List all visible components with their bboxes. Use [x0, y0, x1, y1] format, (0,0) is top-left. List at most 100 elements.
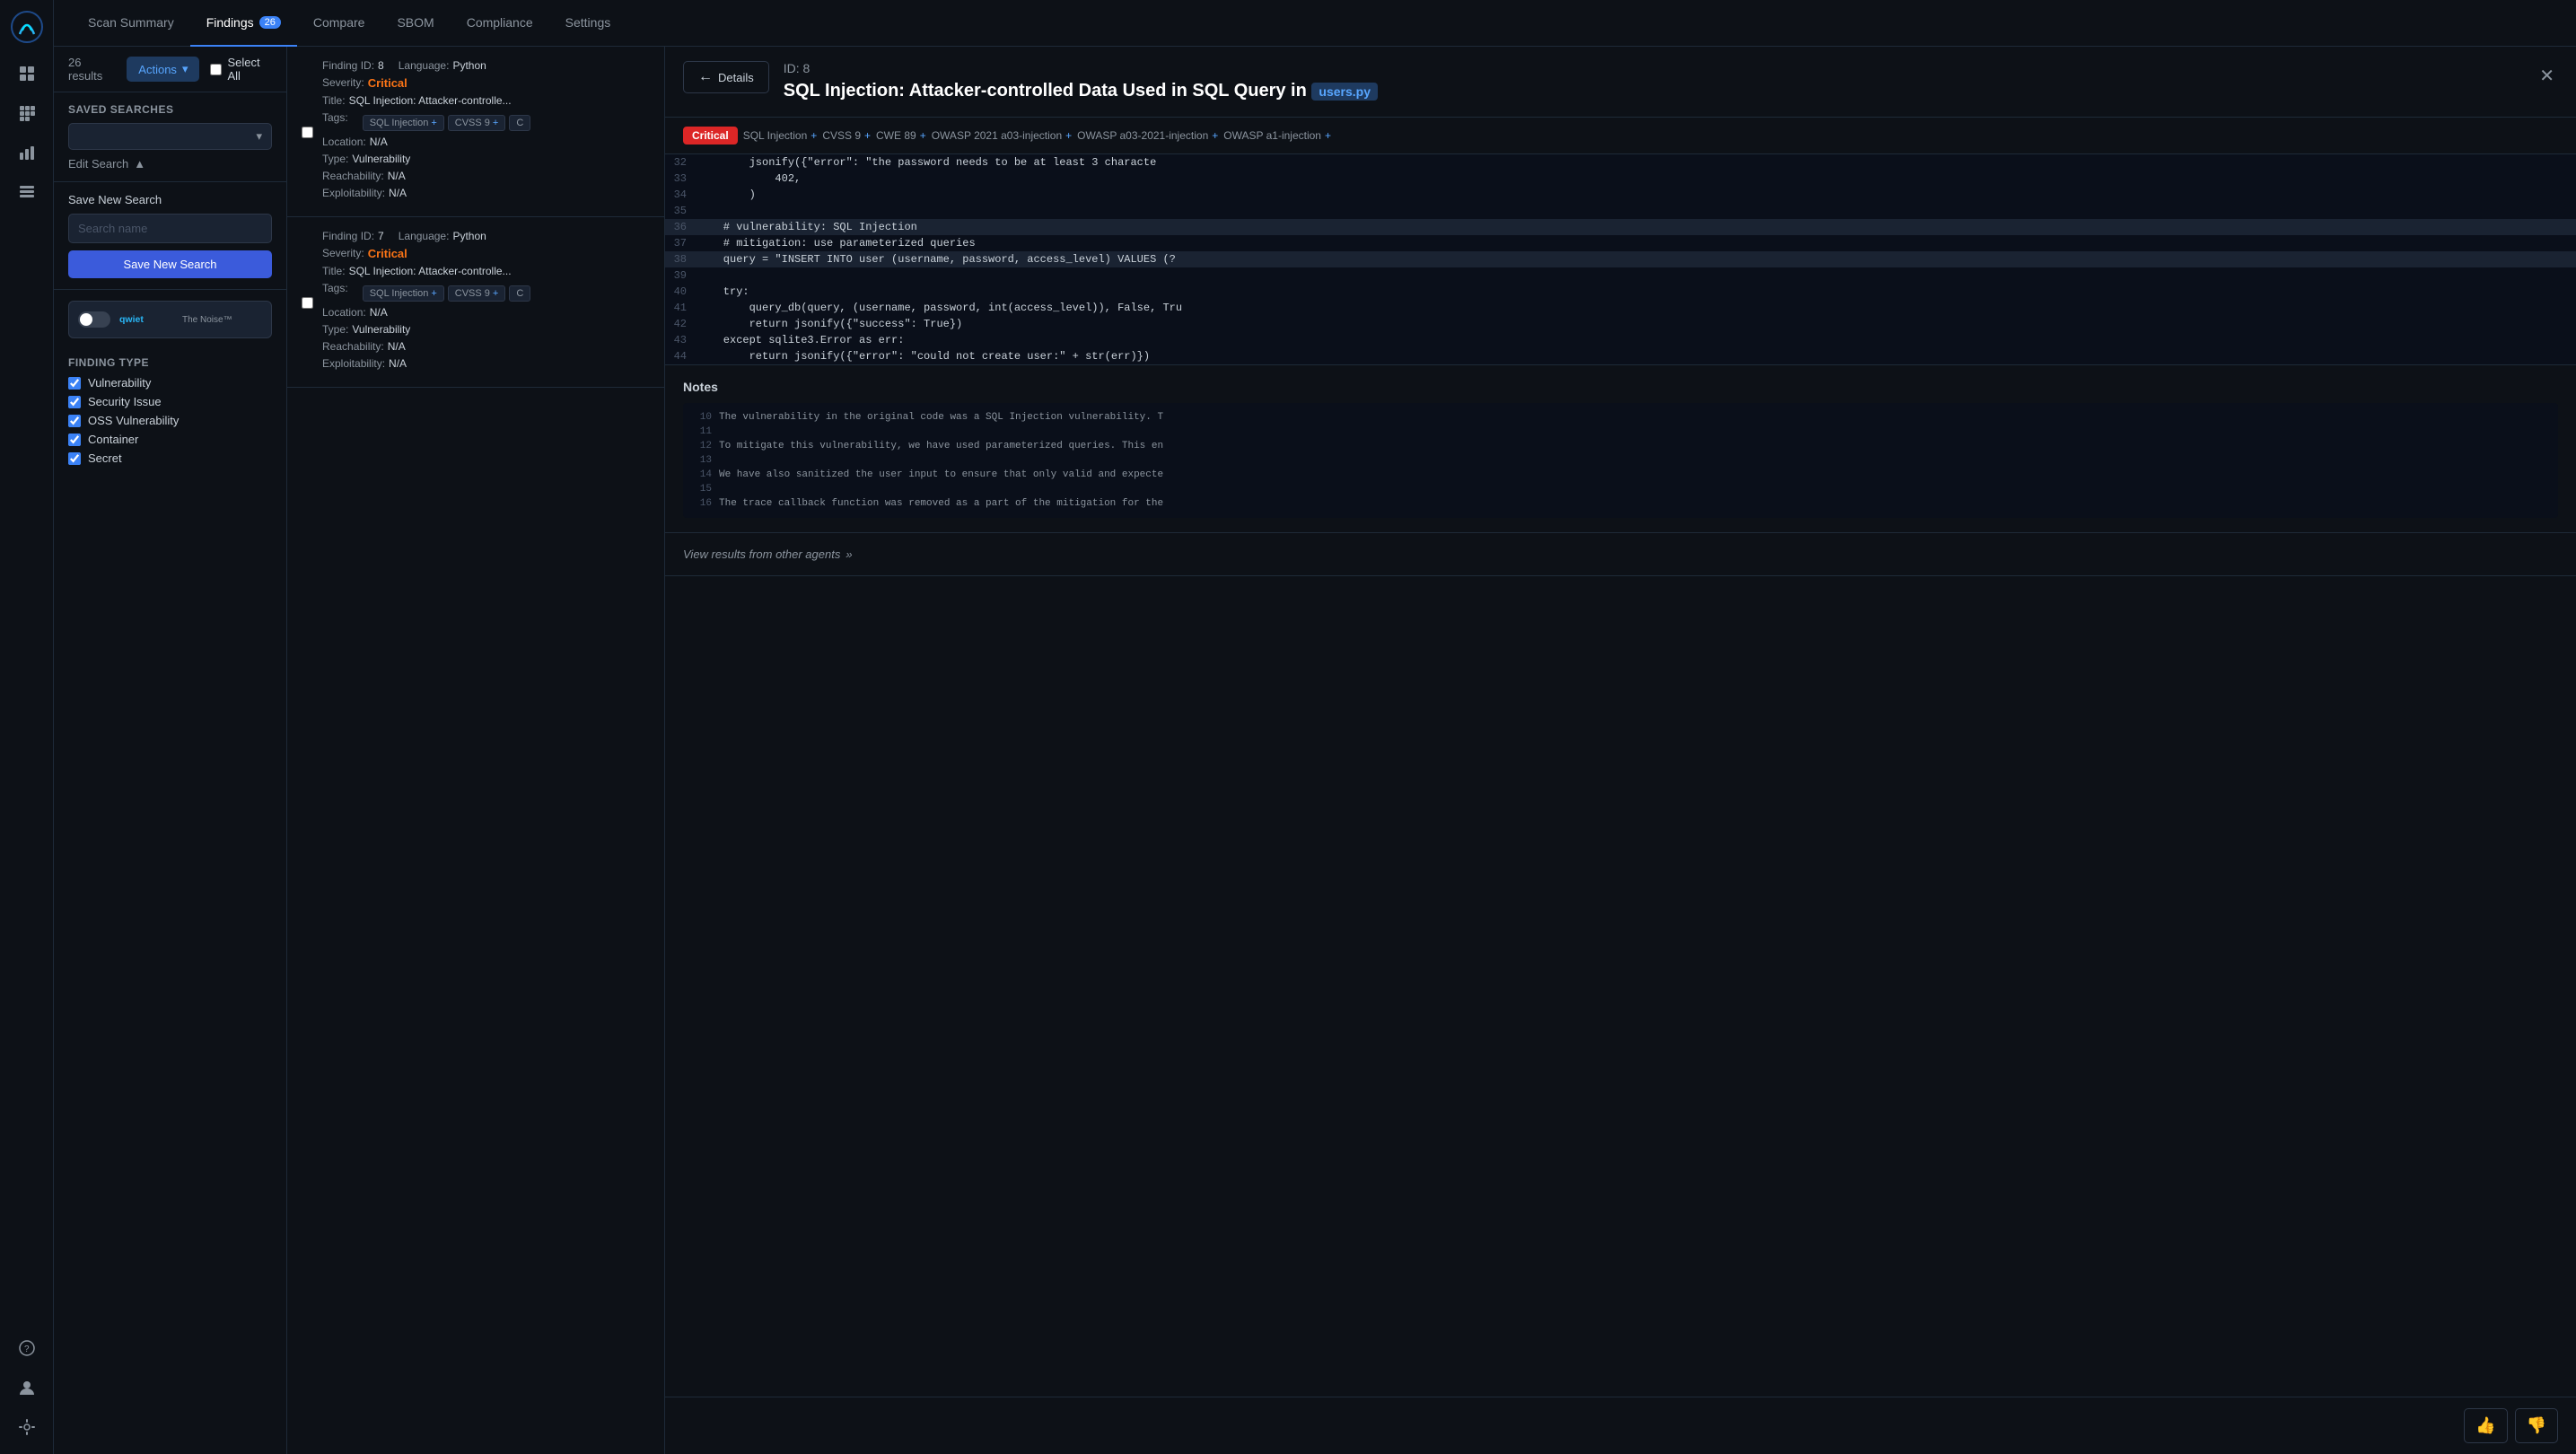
tab-compare[interactable]: Compare	[297, 0, 381, 47]
detail-tag-cwe: CWE 89 +	[876, 129, 926, 142]
filter-security-issue[interactable]: Security Issue	[68, 395, 272, 408]
detail-tag-owasp-a1: OWASP a1-injection +	[1223, 129, 1331, 142]
code-line-43: 43 except sqlite3.Error as err:	[665, 332, 2576, 348]
finding-card-7[interactable]: Finding ID: 7 Language: Python Severity:…	[287, 217, 664, 388]
chart-icon[interactable]	[11, 136, 43, 169]
svg-text:qwiet: qwiet	[119, 314, 144, 325]
note-line-13: 13	[683, 453, 2558, 468]
detail-tag-cvss: CVSS 9 +	[822, 129, 871, 142]
note-line-11: 11	[683, 425, 2558, 439]
detail-panel: ← Details ID: 8 SQL Injection: Attacker-…	[664, 47, 2576, 1454]
code-line-34: 34 )	[665, 187, 2576, 203]
sidebar: ?	[0, 0, 54, 1454]
qwiet-logo-text: The Noise™	[182, 315, 232, 325]
grid-icon[interactable]	[11, 97, 43, 129]
code-line-35: 35	[665, 203, 2576, 219]
dashboard-icon[interactable]	[11, 57, 43, 90]
code-block: 32 jsonify({"error": "the password needs…	[665, 154, 2576, 365]
save-new-search-section: Save New Search Save New Search	[54, 182, 286, 290]
detail-tag-owasp-a03: OWASP a03-2021-injection +	[1077, 129, 1218, 142]
arrow-left-icon: ←	[698, 69, 713, 85]
main-content: Scan Summary Findings 26 Compare SBOM Co…	[54, 0, 2576, 1454]
note-line-14: 14 We have also sanitized the user input…	[683, 468, 2558, 482]
view-results-link[interactable]: View results from other agents »	[665, 533, 2576, 576]
qwiet-toggle-row: qwiet The Noise™	[68, 301, 272, 338]
detail-header: ← Details ID: 8 SQL Injection: Attacker-…	[665, 47, 2576, 118]
results-list: Finding ID: 8 Language: Python Severity:…	[287, 47, 664, 1454]
close-button[interactable]: ✕	[2536, 61, 2558, 91]
qwiet-logo: qwiet	[119, 309, 173, 330]
code-line-44: 44 return jsonify({"error": "could not c…	[665, 348, 2576, 364]
code-line-40: 40 try:	[665, 284, 2576, 300]
tab-scan-summary[interactable]: Scan Summary	[72, 0, 190, 47]
finding-type-section: Finding Type Vulnerability Security Issu…	[54, 349, 286, 477]
detail-tags: Critical SQL Injection + CVSS 9 + CWE 89…	[665, 118, 2576, 154]
qwiet-toggle[interactable]	[78, 311, 110, 328]
actions-button[interactable]: Actions ▾	[127, 57, 199, 82]
search-name-input[interactable]	[68, 214, 272, 243]
code-line-32: 32 jsonify({"error": "the password needs…	[665, 154, 2576, 171]
table-icon[interactable]	[11, 176, 43, 208]
note-line-15: 15	[683, 482, 2558, 496]
filter-vulnerability[interactable]: Vulnerability	[68, 376, 272, 390]
tab-compliance[interactable]: Compliance	[451, 0, 549, 47]
notes-code-block: 10 The vulnerability in the original cod…	[683, 403, 2558, 518]
filename-badge: users.py	[1311, 83, 1378, 101]
user-icon[interactable]	[11, 1371, 43, 1404]
finding-checkbox-7[interactable]	[302, 232, 313, 374]
notes-section: Notes 10 The vulnerability in the origin…	[665, 365, 2576, 533]
code-line-37: 37 # mitigation: use parameterized queri…	[665, 235, 2576, 251]
left-panel: 26 results Actions ▾ Select All Saved Se…	[54, 47, 287, 1454]
saved-search-dropdown[interactable]: ▾	[68, 123, 272, 150]
app-logo[interactable]	[11, 11, 43, 43]
thumbs-up-button[interactable]: 👍	[2464, 1408, 2507, 1443]
chevron-down-icon: ▾	[182, 62, 188, 76]
tab-sbom[interactable]: SBOM	[381, 0, 450, 47]
save-new-search-button[interactable]: Save New Search	[68, 250, 272, 278]
results-count: 26 results	[68, 56, 116, 83]
detail-tag-owasp2021: OWASP 2021 a03-injection +	[932, 129, 1072, 142]
detail-title-area: ID: 8 SQL Injection: Attacker-controlled…	[784, 61, 2521, 102]
detail-title: SQL Injection: Attacker-controlled Data …	[784, 79, 2521, 102]
note-line-10: 10 The vulnerability in the original cod…	[683, 410, 2558, 425]
filter-oss-vulnerability[interactable]: OSS Vulnerability	[68, 414, 272, 427]
results-toolbar: 26 results Actions ▾ Select All	[54, 47, 286, 92]
code-line-41: 41 query_db(query, (username, password, …	[665, 300, 2576, 316]
code-line-39: 39	[665, 267, 2576, 284]
code-line-33: 33 402,	[665, 171, 2576, 187]
detail-tag-sql: SQL Injection +	[743, 129, 818, 142]
tab-findings[interactable]: Findings 26	[190, 0, 297, 47]
top-navigation: Scan Summary Findings 26 Compare SBOM Co…	[54, 0, 2576, 47]
thumbs-down-button[interactable]: 👎	[2515, 1408, 2558, 1443]
code-line-38: 38 query = "INSERT INTO user (username, …	[665, 251, 2576, 267]
finding-type-label: Finding Type	[68, 356, 272, 369]
saved-searches-section: Saved Searches ▾ Edit Search ▲	[54, 92, 286, 182]
notes-title: Notes	[683, 380, 2558, 394]
detail-footer: 👍 👎	[665, 1397, 2576, 1454]
save-new-search-label: Save New Search	[68, 193, 272, 206]
filter-panel: Saved Searches ▾ Edit Search ▲ Save New …	[54, 92, 287, 477]
findings-badge: 26	[259, 16, 281, 29]
select-all-checkbox[interactable]	[210, 64, 222, 75]
code-line-42: 42 return jsonify({"success": True})	[665, 316, 2576, 332]
filter-secret[interactable]: Secret	[68, 451, 272, 465]
note-line-12: 12 To mitigate this vulnerability, we ha…	[683, 439, 2558, 453]
critical-badge: Critical	[683, 127, 738, 145]
select-all-label: Select All	[227, 56, 272, 83]
edit-search-toggle[interactable]: Edit Search ▲	[68, 157, 272, 171]
help-icon[interactable]: ?	[11, 1332, 43, 1364]
code-line-36: 36 # vulnerability: SQL Injection	[665, 219, 2576, 235]
chevron-right-icon: »	[846, 547, 852, 561]
saved-searches-label: Saved Searches	[68, 103, 272, 116]
details-button[interactable]: ← Details	[683, 61, 769, 93]
svg-text:?: ?	[24, 1345, 30, 1354]
note-line-16: 16 The trace callback function was remov…	[683, 496, 2558, 511]
chevron-up-icon: ▲	[134, 157, 145, 171]
finding-checkbox-8[interactable]	[302, 61, 313, 204]
chevron-down-icon: ▾	[256, 129, 262, 144]
finding-card-8[interactable]: Finding ID: 8 Language: Python Severity:…	[287, 47, 664, 217]
content-area: 26 results Actions ▾ Select All Saved Se…	[54, 47, 2576, 1454]
settings-icon[interactable]	[11, 1411, 43, 1443]
filter-container[interactable]: Container	[68, 433, 272, 446]
tab-settings[interactable]: Settings	[549, 0, 627, 47]
